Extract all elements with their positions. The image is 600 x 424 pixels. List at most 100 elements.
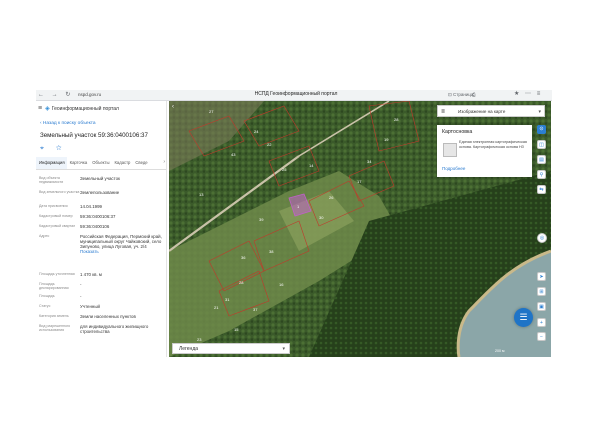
- map-scale: 200 м: [495, 349, 505, 353]
- zoom-in-button[interactable]: +: [537, 318, 546, 327]
- attr-value: Землепользование: [80, 190, 120, 195]
- grid-icon[interactable]: ▣: [537, 302, 546, 311]
- attr-value: для индивидуального жилищного строительс…: [80, 324, 149, 334]
- attr-row: Кадастровый квартал 59:36:0400106: [39, 223, 164, 233]
- attr-row: Площадь -: [39, 293, 164, 303]
- share-icon[interactable]: ⇆: [537, 185, 546, 194]
- parcel-label: 43: [231, 152, 236, 157]
- attr-row: Статус Учтенный: [39, 303, 164, 313]
- navigate-icon[interactable]: ➤: [537, 272, 546, 281]
- attr-key: Площадь декларированная: [39, 282, 69, 291]
- browser-toolbar: ← → ↻ nspd.gov.ru НСПД Геоинформационный…: [36, 90, 552, 101]
- attr-key: Площадь: [39, 294, 55, 298]
- basemap-thumbnail[interactable]: [443, 143, 457, 157]
- attr-row: Кадастровый номер 59:36:0400106:37: [39, 213, 164, 223]
- address-bar[interactable]: nspd.gov.ru: [74, 91, 228, 98]
- attr-row: Дата присвоения 14.04.1999: [39, 203, 164, 213]
- attr-value: 1 470 кв. м: [80, 272, 102, 277]
- parcel-label: 34: [367, 159, 372, 164]
- legend-select[interactable]: Легенда ▾: [172, 343, 290, 354]
- attr-key: Кадастровый номер: [39, 214, 73, 218]
- attr-key: Дата присвоения: [39, 204, 68, 208]
- layers-panel-icon[interactable]: ◫: [537, 140, 546, 149]
- tab-cadastre[interactable]: Кадастр: [111, 157, 132, 169]
- search-map-icon[interactable]: ⚲: [537, 170, 546, 179]
- attr-row: Вид объекта недвижимости Земельный участо…: [39, 175, 164, 189]
- parcel-label: 25: [282, 167, 287, 172]
- parcel-label: 19: [384, 137, 389, 142]
- chevron-down-icon: ▾: [282, 346, 285, 352]
- menu-icon[interactable]: ≡: [38, 105, 42, 112]
- address-text: Российская Федерация, Пермский край, мун…: [80, 234, 162, 249]
- attr-value: 14.04.1999: [80, 204, 102, 209]
- attr-key: Вид объекта недвижимости: [39, 176, 64, 185]
- parcel-label: 14: [309, 163, 314, 168]
- attr-key: Вид разрешенного использования: [39, 324, 71, 333]
- attr-row: Адрес Российская Федерация, Пермский край…: [39, 233, 164, 271]
- legend-label: Легенда: [179, 346, 199, 352]
- object-title: Земельный участок 59:36:0400106:37: [40, 132, 148, 139]
- my-location-icon[interactable]: ⊙: [537, 125, 546, 134]
- browser-nav-buttons[interactable]: ← → ↻: [38, 91, 73, 98]
- portal-logo-icon: ◈: [45, 106, 50, 112]
- parcel-label: 24: [254, 129, 259, 134]
- page-tab-title: НСПД Геоинформационный портал: [254, 91, 338, 97]
- parcel-label: 28: [394, 117, 399, 122]
- parcel-label: 22: [267, 142, 272, 147]
- attr-key: Статус: [39, 304, 51, 308]
- attr-value: Российская Федерация, Пермский край, мун…: [80, 233, 164, 271]
- tab-details[interactable]: Сведе: [132, 157, 149, 169]
- layers-icon: ≣: [441, 109, 446, 115]
- parcel-label: 17: [357, 179, 362, 184]
- attr-value: -: [80, 282, 82, 287]
- collapse-sidebar-icon[interactable]: ‹: [172, 104, 174, 110]
- attr-value: 59:36:0400106:37: [80, 214, 116, 219]
- attr-row: Вид земельного участка Землепользование: [39, 189, 164, 203]
- attr-row: Вид разрешенного использования для индиви…: [39, 323, 164, 335]
- assistant-icon[interactable]: ◎: [537, 233, 547, 243]
- parcel-label: 27: [209, 109, 214, 114]
- attr-key: Вид земельного участка: [39, 190, 80, 194]
- attr-value: -: [80, 294, 82, 299]
- parcel-label: 26: [329, 195, 334, 200]
- map-layer-select[interactable]: ≣ Изображение на карте ▾: [437, 105, 545, 117]
- basemap-card: Картосновка Единая электронная картограф…: [437, 125, 532, 177]
- app-name: Геоинформационный портал: [51, 106, 119, 112]
- parcel-label: 36: [241, 255, 246, 260]
- basemap-card-title: Картосновка: [442, 129, 473, 135]
- basemap-more-link[interactable]: Подробнее: [442, 166, 465, 171]
- parcel-label: 28: [239, 280, 244, 285]
- attr-key: Кадастровый квартал: [39, 224, 76, 228]
- attr-key: Площадь уточненная: [39, 272, 75, 276]
- list-icon[interactable]: ▤: [537, 155, 546, 164]
- map-layer-select-label: Изображение на карте: [458, 109, 506, 114]
- print-icon[interactable]: ⎙: [472, 91, 476, 98]
- parcel-label: 23: [197, 337, 202, 342]
- page-menu-button[interactable]: ⊡ Страница: [448, 91, 473, 98]
- tabs-next-icon[interactable]: ›: [163, 159, 165, 165]
- parcel-label: 39: [259, 217, 264, 222]
- browser-menu-icons[interactable]: ★ ⋯ ≡: [514, 90, 542, 97]
- parcel-label: 38: [269, 249, 274, 254]
- attr-value: Земельный участок: [80, 176, 120, 181]
- attr-value: Земли населенных пунктов: [80, 314, 136, 319]
- parcel-label: 13: [199, 192, 204, 197]
- basemap-card-description: Единая электронная картографическая осно…: [459, 140, 527, 149]
- chevron-down-icon: ▾: [538, 109, 541, 115]
- object-action-icons[interactable]: ⌖ ☆: [40, 145, 67, 153]
- attr-row: Категория земель Земли населенных пунктов: [39, 313, 164, 323]
- chat-button[interactable]: ☰: [514, 308, 533, 327]
- attr-row: Площадь декларированная -: [39, 281, 164, 293]
- tab-info[interactable]: Информация: [36, 157, 67, 169]
- parcel-label: 30: [319, 215, 324, 220]
- tab-objects[interactable]: Объекты: [89, 157, 111, 169]
- parcel-label: 37: [253, 307, 258, 312]
- zoom-out-button[interactable]: −: [537, 332, 546, 341]
- show-address-link[interactable]: Показать: [80, 249, 99, 254]
- attr-value: Учтенный: [80, 304, 100, 309]
- attr-key: Категория земель: [39, 314, 69, 318]
- measure-icon[interactable]: ⊞: [537, 287, 546, 296]
- object-sidebar: ≡ ◈ Геоинформационный портал ‹ Назад к пои…: [36, 101, 167, 357]
- tab-card[interactable]: Карточка: [67, 157, 90, 169]
- back-to-search-link[interactable]: ‹ Назад к поиску объекта: [40, 121, 96, 126]
